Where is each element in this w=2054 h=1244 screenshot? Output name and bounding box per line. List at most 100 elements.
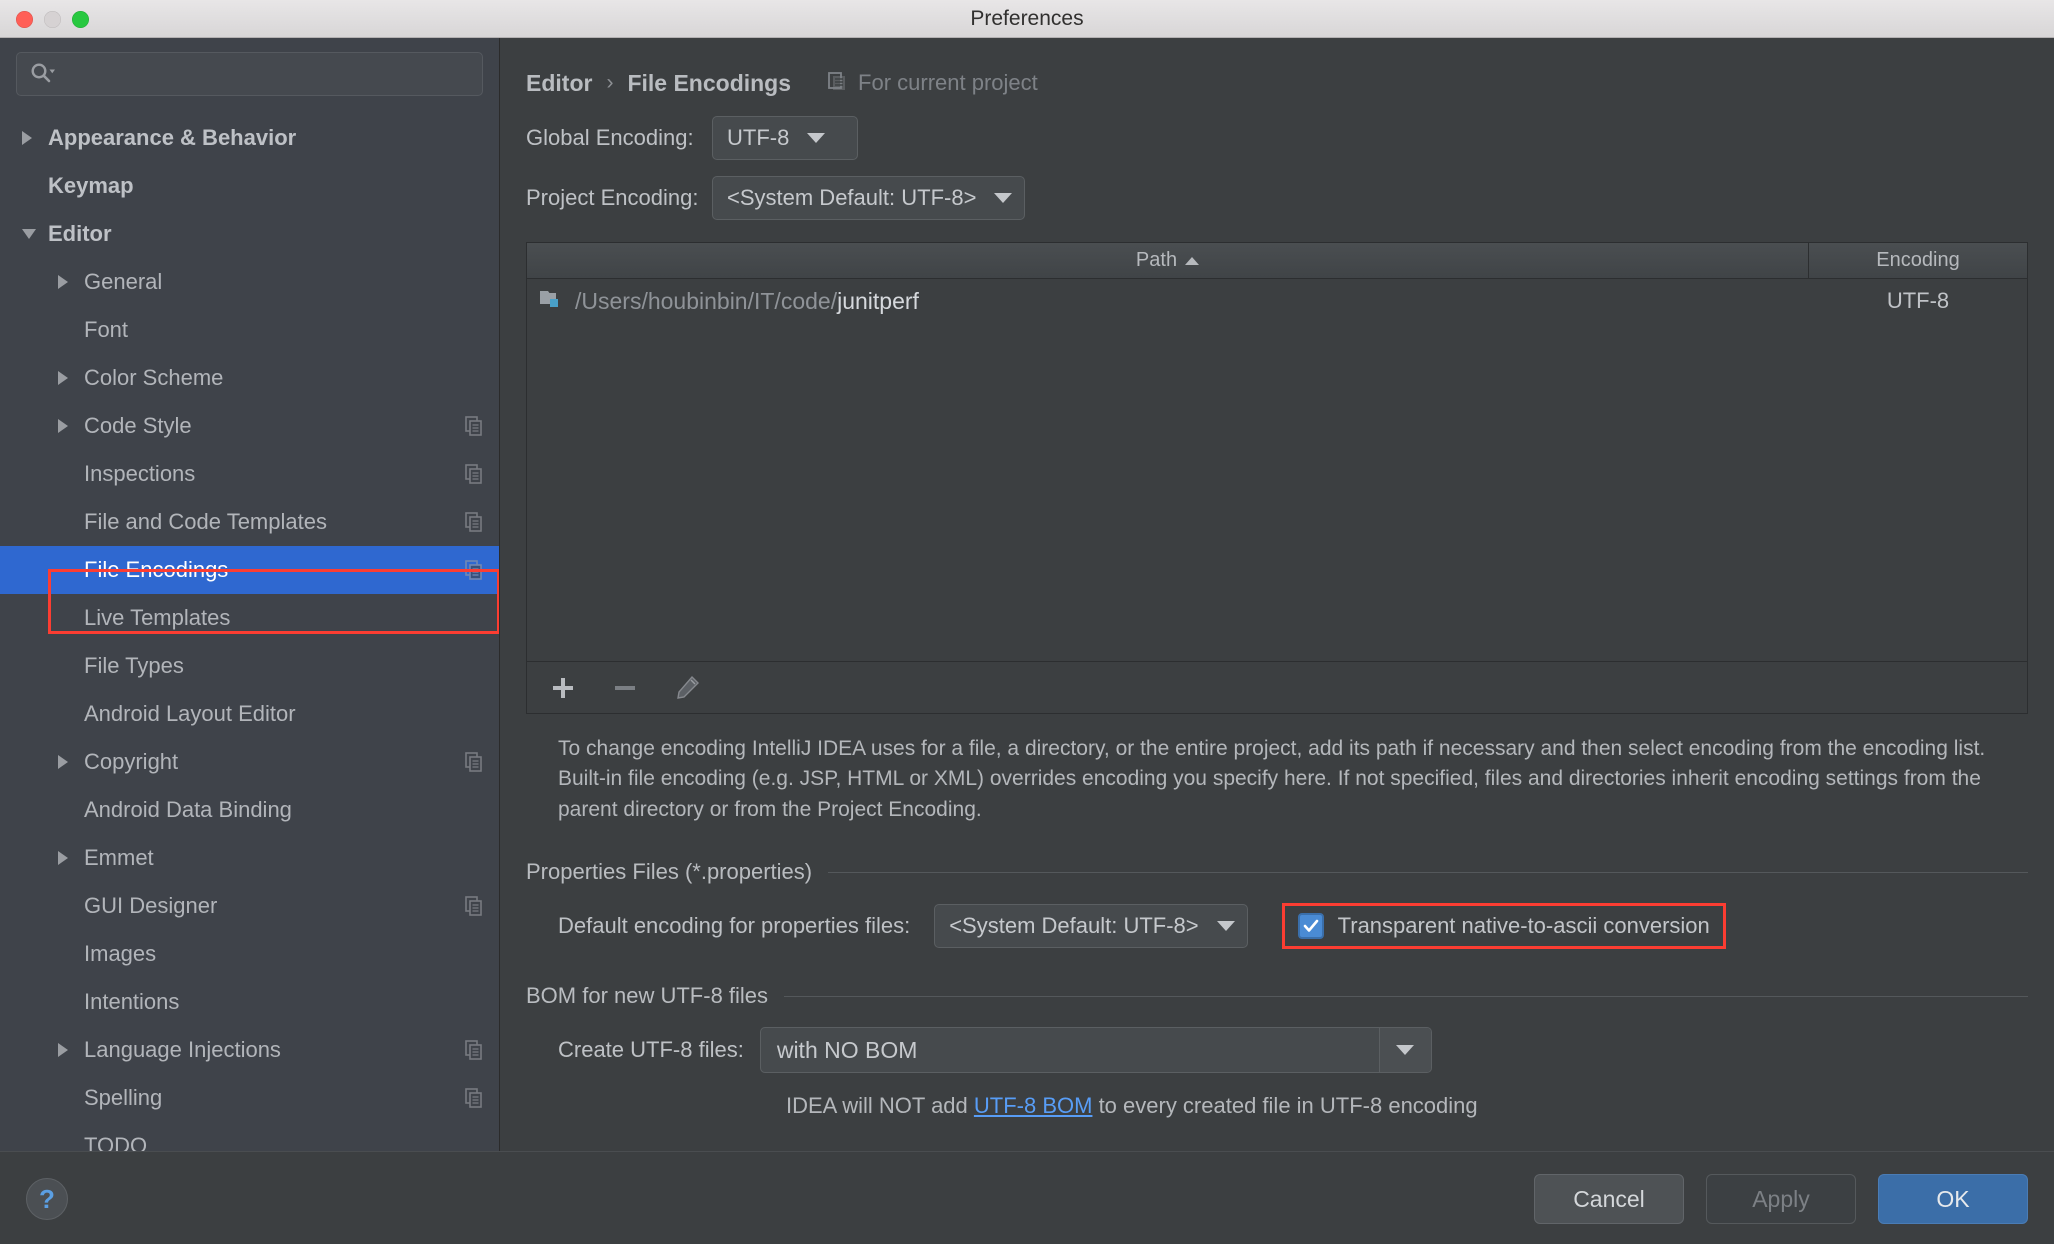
default-properties-encoding-select[interactable]: <System Default: UTF-8> [934, 904, 1248, 949]
utf8-bom-link[interactable]: UTF-8 BOM [974, 1093, 1093, 1118]
sidebar-item-android-data-binding[interactable]: Android Data Binding [0, 786, 499, 834]
bom-note-after: to every created file in UTF-8 encoding [1092, 1093, 1478, 1119]
sidebar-item-spelling[interactable]: Spelling [0, 1074, 499, 1122]
help-button[interactable]: ? [26, 1178, 68, 1220]
sidebar-item-label: Spelling [84, 1085, 163, 1110]
global-encoding-row: Global Encoding: UTF-8 [526, 116, 2028, 160]
project-encoding-select[interactable]: <System Default: UTF-8> [712, 176, 1026, 220]
table-cell-path-text: /Users/houbinbin/IT/code/junitperf [575, 288, 919, 315]
sidebar-item-emmet[interactable]: Emmet [0, 834, 499, 882]
create-utf8-files-dropdown-button[interactable] [1378, 1028, 1431, 1073]
chevron-right-icon[interactable] [58, 371, 84, 385]
table-cell-encoding[interactable]: UTF-8 [1809, 288, 2027, 314]
sidebar-item-label: TODO [84, 1133, 148, 1151]
copy-settings-icon[interactable] [463, 463, 485, 485]
folder-module-icon [539, 287, 565, 316]
sidebar-item-keymap[interactable]: Keymap [0, 162, 499, 210]
search-container [0, 38, 499, 96]
sidebar-item-code-style[interactable]: Code Style [0, 402, 499, 450]
copy-settings-icon[interactable] [463, 1087, 485, 1109]
settings-sidebar: Appearance & Behavior Keymap Editor General… [0, 38, 500, 1151]
sidebar-item-label: Appearance & Behavior [48, 125, 297, 150]
sidebar-item-gui-designer[interactable]: GUI Designer [0, 882, 499, 930]
sidebar-item-editor[interactable]: Editor [0, 210, 499, 258]
copy-settings-icon[interactable] [463, 751, 485, 773]
copy-settings-icon[interactable] [463, 895, 485, 917]
sidebar-item-live-templates[interactable]: Live Templates [0, 594, 499, 642]
apply-button[interactable]: Apply [1706, 1174, 1856, 1224]
edit-path-button[interactable] [671, 672, 703, 704]
project-scope-icon [827, 70, 849, 97]
table-row[interactable]: /Users/houbinbin/IT/code/junitperf UTF-8 [527, 279, 2027, 323]
sidebar-item-label: Images [84, 941, 157, 966]
search-input[interactable] [16, 52, 483, 96]
copy-settings-icon[interactable] [463, 415, 485, 437]
ok-button[interactable]: OK [1878, 1174, 2028, 1224]
sidebar-item-file-encodings[interactable]: File Encodings [0, 546, 499, 594]
group-divider [784, 995, 2028, 997]
zoom-button[interactable] [72, 11, 89, 28]
sidebar-item-label: Inspections [84, 461, 196, 486]
column-header-encoding[interactable]: Encoding [1809, 243, 2027, 278]
transparent-native-to-ascii-checkbox[interactable] [1297, 913, 1324, 940]
sidebar-item-label: Android Data Binding [84, 797, 292, 822]
cancel-button[interactable]: Cancel [1534, 1174, 1684, 1224]
chevron-right-icon[interactable] [58, 275, 84, 289]
expanded-arrow-icon [22, 229, 36, 239]
sidebar-item-file-and-code-templates[interactable]: File and Code Templates [0, 498, 499, 546]
sidebar-item-general[interactable]: General [0, 258, 499, 306]
sidebar-item-color-scheme[interactable]: Color Scheme [0, 354, 499, 402]
remove-path-button[interactable] [609, 672, 641, 704]
column-header-path[interactable]: Path [527, 243, 1809, 278]
copy-settings-icon[interactable] [463, 559, 485, 581]
sidebar-item-android-layout-editor[interactable]: Android Layout Editor [0, 690, 499, 738]
sidebar-item-file-types[interactable]: File Types [0, 642, 499, 690]
copy-settings-icon [465, 464, 482, 484]
sidebar-item-language-injections[interactable]: Language Injections [0, 1026, 499, 1074]
chevron-right-icon[interactable] [58, 755, 84, 769]
dialog-footer: ? Cancel Apply OK [0, 1151, 2054, 1244]
breadcrumb-parent[interactable]: Editor [526, 70, 592, 97]
minus-icon [615, 685, 635, 690]
collapsed-arrow-icon [58, 851, 68, 865]
sidebar-item-copyright[interactable]: Copyright [0, 738, 499, 786]
sidebar-item-label: Android Layout Editor [84, 701, 296, 726]
copy-settings-icon [465, 560, 482, 580]
pencil-icon [677, 675, 699, 699]
chevron-down-icon [994, 193, 1013, 203]
global-encoding-select[interactable]: UTF-8 [712, 116, 858, 160]
chevron-right-icon[interactable] [58, 419, 84, 433]
sidebar-item-label: Copyright [84, 749, 179, 774]
window-title: Preferences [970, 6, 1084, 30]
add-path-button[interactable] [547, 672, 579, 704]
sidebar-item-todo[interactable]: TODO [0, 1122, 499, 1151]
sidebar-item-appearance-behavior[interactable]: Appearance & Behavior [0, 114, 499, 162]
sidebar-item-label: Intentions [84, 989, 180, 1014]
sidebar-item-images[interactable]: Images [0, 930, 499, 978]
create-utf8-files-select[interactable]: with NO BOM [759, 1027, 1432, 1074]
sidebar-item-inspections[interactable]: Inspections [0, 450, 499, 498]
breadcrumb-current: File Encodings [627, 69, 792, 96]
plus-icon [553, 677, 573, 698]
default-properties-encoding-label: Default encoding for properties files: [558, 913, 911, 939]
chevron-down-icon[interactable] [22, 229, 48, 239]
breadcrumb-separator-icon: › [606, 71, 614, 94]
chevron-right-icon[interactable] [58, 851, 84, 865]
dialog-button-group: Cancel Apply OK [1534, 1174, 2028, 1224]
encodings-table: Path Encoding /Users/houbinbin/IT/code/j… [526, 242, 2028, 662]
table-header: Path Encoding [527, 243, 2027, 279]
transparent-native-to-ascii-label: Transparent native-to-ascii conversion [1337, 913, 1710, 939]
global-encoding-label: Global Encoding: [526, 125, 694, 150]
close-button[interactable] [16, 11, 33, 28]
copy-settings-icon[interactable] [463, 1039, 485, 1061]
minimize-button[interactable] [44, 11, 61, 28]
sidebar-item-intentions[interactable]: Intentions [0, 978, 499, 1026]
properties-files-group: Properties Files (*.properties) Default … [526, 859, 2028, 950]
create-utf8-files-value: with NO BOM [776, 1036, 918, 1063]
project-encoding-value: <System Default: UTF-8> [727, 185, 977, 210]
chevron-right-icon[interactable] [58, 1043, 84, 1057]
chevron-right-icon[interactable] [22, 131, 48, 145]
global-encoding-value: UTF-8 [727, 125, 790, 150]
sidebar-item-font[interactable]: Font [0, 306, 499, 354]
copy-settings-icon[interactable] [463, 511, 485, 533]
